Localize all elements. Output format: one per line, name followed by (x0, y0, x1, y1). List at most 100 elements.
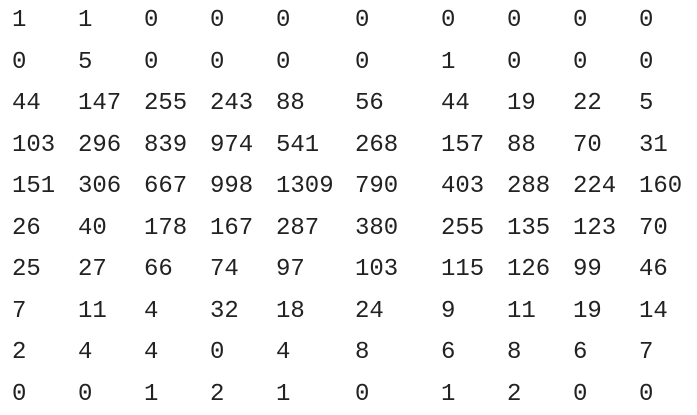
table-cell: 167 (210, 208, 253, 250)
table-cell: 9 (441, 291, 455, 333)
table-cell: 4 (144, 291, 158, 333)
table-cell: 46 (639, 249, 668, 291)
table-cell: 2 (210, 374, 224, 415)
table-cell: 2 (12, 332, 26, 374)
table-cell: 160 (639, 166, 682, 208)
table-cell: 224 (573, 166, 616, 208)
table-cell: 0 (144, 42, 158, 84)
table-cell: 7 (12, 291, 26, 333)
table-cell: 26 (12, 208, 41, 250)
table-cell: 32 (210, 291, 239, 333)
table-cell: 974 (210, 125, 253, 167)
table-cell: 541 (276, 125, 319, 167)
table-cell: 403 (441, 166, 484, 208)
table-cell: 0 (573, 374, 587, 415)
table-cell: 126 (507, 249, 550, 291)
table-cell: 1309 (276, 166, 334, 208)
table-cell: 40 (78, 208, 107, 250)
table-cell: 998 (210, 166, 253, 208)
table-cell: 5 (78, 42, 92, 84)
table-cell: 22 (573, 83, 602, 125)
table-cell: 70 (573, 125, 602, 167)
table-cell: 74 (210, 249, 239, 291)
table-cell: 380 (355, 208, 398, 250)
table-cell: 0 (144, 0, 158, 42)
table-cell: 243 (210, 83, 253, 125)
table-cell: 97 (276, 249, 305, 291)
table-cell: 0 (507, 0, 521, 42)
table-cell: 667 (144, 166, 187, 208)
table-cell: 287 (276, 208, 319, 250)
table-cell: 0 (210, 0, 224, 42)
table-cell: 0 (210, 332, 224, 374)
table-cell: 268 (355, 125, 398, 167)
table-cell: 88 (507, 125, 536, 167)
table-cell: 0 (78, 374, 92, 415)
table-cell: 0 (639, 42, 653, 84)
table-cell: 4 (78, 332, 92, 374)
table-cell: 44 (12, 83, 41, 125)
table-cell: 14 (639, 291, 668, 333)
table-cell: 18 (276, 291, 305, 333)
table-cell: 31 (639, 125, 668, 167)
table-cell: 147 (78, 83, 121, 125)
table-cell: 1 (12, 0, 26, 42)
table-cell: 70 (639, 208, 668, 250)
table-cell: 1 (78, 0, 92, 42)
table-cell: 1 (441, 374, 455, 415)
table-cell: 2 (507, 374, 521, 415)
table-cell: 4 (276, 332, 290, 374)
table-cell: 8 (355, 332, 369, 374)
table-cell: 151 (12, 166, 55, 208)
table-cell: 19 (573, 291, 602, 333)
table-cell: 0 (573, 42, 587, 84)
table-cell: 0 (276, 0, 290, 42)
table-cell: 0 (12, 42, 26, 84)
table-cell: 66 (144, 249, 173, 291)
table-cell: 4 (144, 332, 158, 374)
table-cell: 0 (355, 0, 369, 42)
table-cell: 5 (639, 83, 653, 125)
table-cell: 11 (78, 291, 107, 333)
table-cell: 0 (355, 42, 369, 84)
table-cell: 306 (78, 166, 121, 208)
table-cell: 56 (355, 83, 384, 125)
table-cell: 7 (639, 332, 653, 374)
table-cell: 27 (78, 249, 107, 291)
table-cell: 103 (355, 249, 398, 291)
table-cell: 0 (441, 0, 455, 42)
table-cell: 839 (144, 125, 187, 167)
table-cell: 1 (441, 42, 455, 84)
table-cell: 255 (441, 208, 484, 250)
table-cell: 0 (12, 374, 26, 415)
table-cell: 0 (639, 374, 653, 415)
table-cell: 1 (276, 374, 290, 415)
table-cell: 135 (507, 208, 550, 250)
table-cell: 8 (507, 332, 521, 374)
table-cell: 115 (441, 249, 484, 291)
table-cell: 44 (441, 83, 470, 125)
table-cell: 0 (573, 0, 587, 42)
table-cell: 6 (573, 332, 587, 374)
table-cell: 0 (276, 42, 290, 84)
table-cell: 178 (144, 208, 187, 250)
table-cell: 25 (12, 249, 41, 291)
table-cell: 157 (441, 125, 484, 167)
table-cell: 88 (276, 83, 305, 125)
table-cell: 255 (144, 83, 187, 125)
table-cell: 1 (144, 374, 158, 415)
table-cell: 0 (639, 0, 653, 42)
table-cell: 790 (355, 166, 398, 208)
table-cell: 0 (210, 42, 224, 84)
table-cell: 288 (507, 166, 550, 208)
table-cell: 11 (507, 291, 536, 333)
table-cell: 103 (12, 125, 55, 167)
table-cell: 6 (441, 332, 455, 374)
table-cell: 99 (573, 249, 602, 291)
table-cell: 19 (507, 83, 536, 125)
table-cell: 24 (355, 291, 384, 333)
table-cell: 0 (355, 374, 369, 415)
table-cell: 296 (78, 125, 121, 167)
table-cell: 123 (573, 208, 616, 250)
table-cell: 0 (507, 42, 521, 84)
